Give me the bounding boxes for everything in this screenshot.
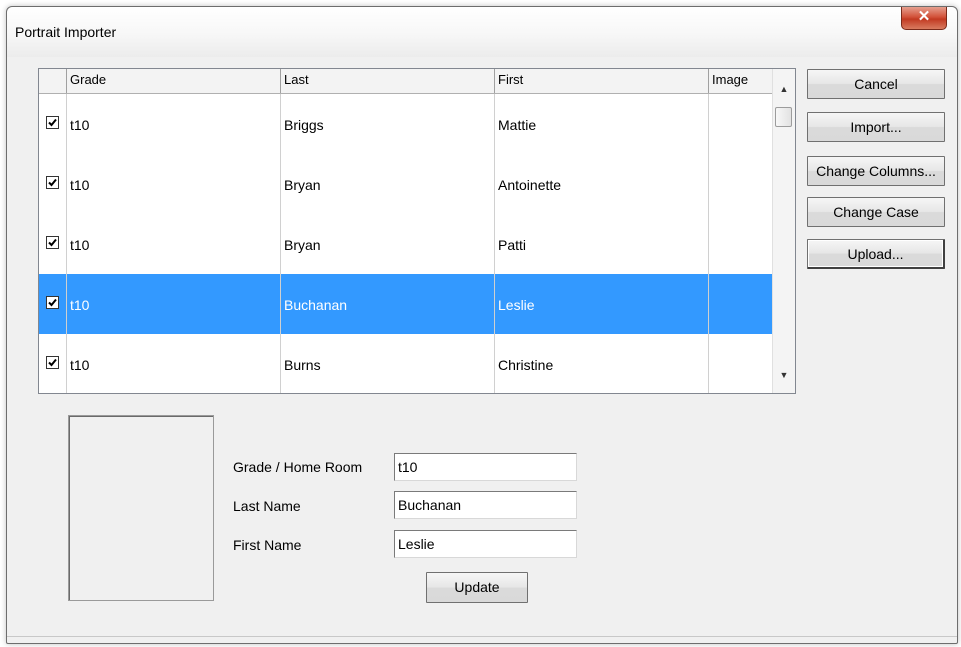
- cell-first: Patti: [495, 214, 709, 274]
- table-row[interactable]: t10 Buchanan Leslie: [39, 274, 772, 335]
- cell-last: Burns: [281, 334, 495, 393]
- close-icon: ✕: [917, 8, 931, 25]
- checkmark-icon: [48, 298, 57, 307]
- scroll-down-icon[interactable]: ▼: [773, 365, 795, 385]
- close-button[interactable]: ✕: [901, 7, 947, 30]
- header-first[interactable]: First: [495, 69, 709, 93]
- title-bar[interactable]: Portrait Importer ✕: [7, 7, 957, 57]
- window-title: Portrait Importer: [15, 24, 117, 40]
- cell-first: Christine: [495, 334, 709, 393]
- portrait-preview: [68, 415, 214, 601]
- checkmark-icon: [48, 238, 57, 247]
- update-button[interactable]: Update: [426, 572, 528, 603]
- students-grid[interactable]: Grade Last First Image t10 Briggs Mattie t1…: [38, 68, 796, 394]
- row-checkbox-cell: [39, 94, 67, 154]
- cell-last: Buchanan: [281, 274, 495, 334]
- row-checkbox-cell: [39, 274, 67, 334]
- checkmark-icon: [48, 118, 57, 127]
- header-checkbox-column[interactable]: [39, 69, 67, 93]
- scroll-up-icon[interactable]: ▲: [773, 79, 795, 99]
- checkmark-icon: [48, 178, 57, 187]
- checkmark-icon: [48, 358, 57, 367]
- grid-header: Grade Last First Image: [39, 69, 772, 94]
- header-image[interactable]: Image: [709, 69, 772, 93]
- table-row[interactable]: t10 Bryan Antoinette: [39, 154, 772, 215]
- cell-grade: t10: [67, 334, 281, 393]
- header-grade[interactable]: Grade: [67, 69, 281, 93]
- cell-image: [709, 94, 772, 154]
- header-last[interactable]: Last: [281, 69, 495, 93]
- row-checkbox[interactable]: [46, 356, 59, 369]
- table-row[interactable]: t10 Bryan Patti: [39, 214, 772, 275]
- row-checkbox-cell: [39, 154, 67, 214]
- row-checkbox[interactable]: [46, 116, 59, 129]
- cell-image: [709, 154, 772, 214]
- cell-image: [709, 214, 772, 274]
- change-columns-button[interactable]: Change Columns...: [807, 156, 945, 186]
- cancel-button[interactable]: Cancel: [807, 69, 945, 99]
- cell-grade: t10: [67, 274, 281, 334]
- row-checkbox-cell: [39, 334, 67, 393]
- cell-last: Bryan: [281, 214, 495, 274]
- cell-grade: t10: [67, 154, 281, 214]
- change-case-button[interactable]: Change Case: [807, 197, 945, 227]
- portrait-importer-window: Portrait Importer ✕ Grade Last First Ima…: [6, 6, 958, 644]
- import-button[interactable]: Import...: [807, 112, 945, 142]
- row-checkbox[interactable]: [46, 236, 59, 249]
- vertical-scrollbar[interactable]: ▲ ▼: [772, 69, 795, 393]
- upload-button[interactable]: Upload...: [807, 239, 945, 269]
- last-name-label: Last Name: [233, 498, 301, 514]
- row-checkbox-cell: [39, 214, 67, 274]
- cell-first: Leslie: [495, 274, 709, 334]
- first-name-field[interactable]: [394, 530, 577, 558]
- scroll-thumb[interactable]: [775, 107, 792, 127]
- row-checkbox[interactable]: [46, 296, 59, 309]
- cell-image: [709, 334, 772, 393]
- cell-first: Antoinette: [495, 154, 709, 214]
- cell-first: Mattie: [495, 94, 709, 154]
- cell-grade: t10: [67, 94, 281, 154]
- cell-grade: t10: [67, 214, 281, 274]
- first-name-label: First Name: [233, 537, 302, 553]
- table-row[interactable]: t10 Briggs Mattie: [39, 94, 772, 155]
- bottom-divider: [7, 636, 957, 637]
- grade-home-room-field[interactable]: [394, 453, 577, 481]
- last-name-field[interactable]: [394, 491, 577, 519]
- table-row[interactable]: t10 Burns Christine: [39, 334, 772, 393]
- cell-image: [709, 274, 772, 334]
- cell-last: Briggs: [281, 94, 495, 154]
- grade-home-room-label: Grade / Home Room: [233, 459, 363, 475]
- cell-last: Bryan: [281, 154, 495, 214]
- row-checkbox[interactable]: [46, 176, 59, 189]
